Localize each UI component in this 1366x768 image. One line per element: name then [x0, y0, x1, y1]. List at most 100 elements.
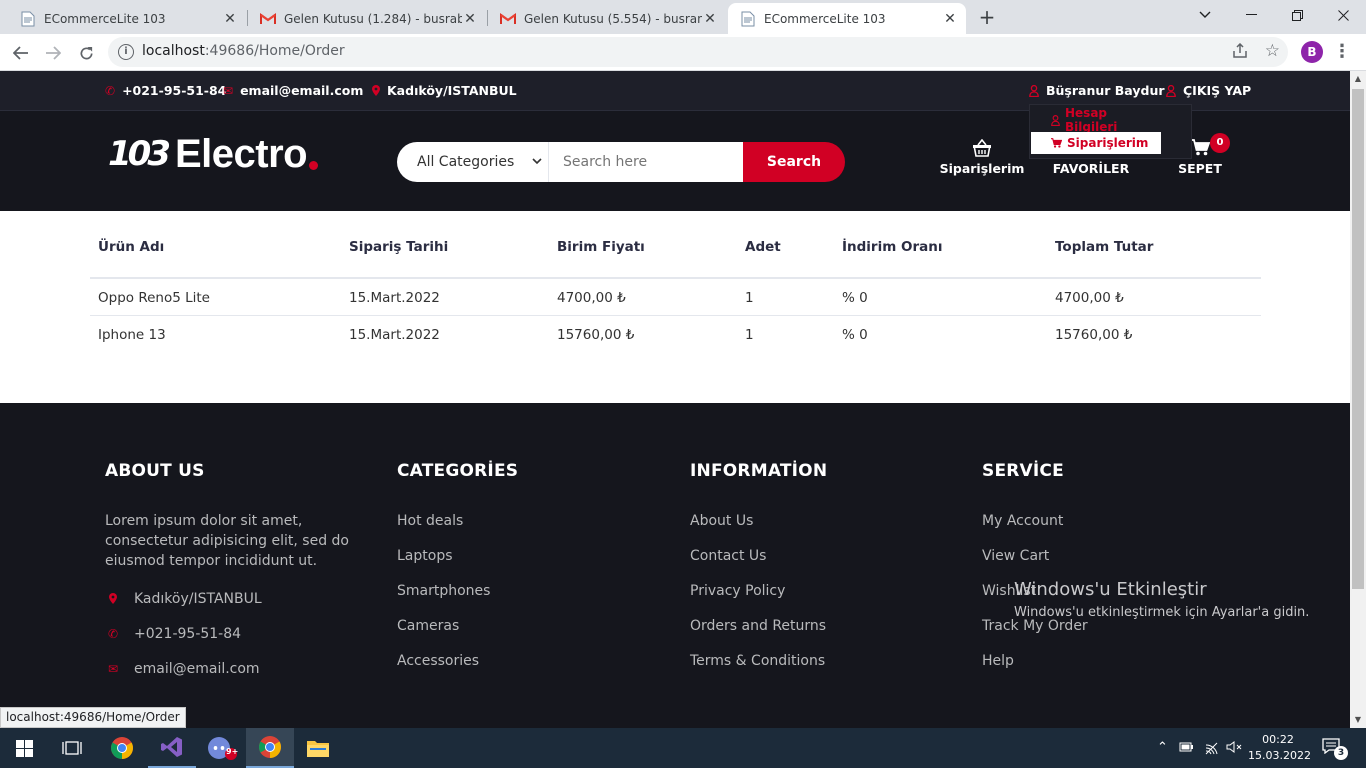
footer-about: ABOUT US Lorem ipsum dolor sit amet, con…: [105, 461, 365, 686]
close-icon[interactable]: ✕: [222, 11, 238, 27]
footer-link[interactable]: View Cart: [982, 546, 1088, 581]
footer-heading: ABOUT US: [105, 461, 205, 481]
scroll-up-icon[interactable]: ▲: [1350, 71, 1366, 87]
chrome-icon[interactable]: [98, 728, 146, 768]
task-view-icon[interactable]: [48, 728, 96, 768]
topbar-phone[interactable]: ✆ +021-95-51-84: [105, 83, 226, 98]
page-icon: [740, 11, 756, 27]
footer-link[interactable]: Contact Us: [690, 546, 827, 581]
close-icon[interactable]: ✕: [462, 11, 478, 27]
footer-link[interactable]: Laptops: [397, 546, 518, 581]
discord-icon[interactable]: 9+: [198, 728, 246, 768]
close-icon[interactable]: ✕: [942, 11, 958, 27]
tab-title: ECommerceLite 103: [764, 11, 886, 26]
category-select[interactable]: All Categories: [397, 142, 549, 182]
table-cell: 1: [745, 290, 754, 306]
url-field[interactable]: i localhost:49686/Home/Order ☆: [108, 37, 1288, 67]
browser-tab[interactable]: Gelen Kutusu (1.284) - busrabayd ✕: [248, 3, 486, 34]
profile-avatar[interactable]: B: [1301, 41, 1323, 63]
map-marker-icon: [372, 85, 380, 96]
forward-icon[interactable]: [40, 40, 66, 66]
back-icon[interactable]: [8, 40, 34, 66]
page-scrollbar[interactable]: ▲ ▼: [1350, 71, 1366, 728]
wifi-icon[interactable]: [1204, 741, 1220, 759]
column-header: İndirim Oranı: [842, 239, 943, 255]
footer-email[interactable]: ✉ email@email.com: [105, 651, 365, 686]
tab-search-chevron-icon[interactable]: [1182, 0, 1228, 30]
map-marker-icon: [105, 593, 121, 604]
search-input[interactable]: [549, 142, 743, 182]
footer-categories: CATEGORİES Hot deals Laptops Smartphones…: [397, 461, 518, 686]
volume-muted-icon[interactable]: [1226, 740, 1242, 758]
basket-icon: [937, 138, 1027, 159]
window-close-icon[interactable]: [1320, 0, 1366, 30]
table-cell: Iphone 13: [98, 327, 166, 343]
share-icon[interactable]: [1232, 42, 1248, 63]
scrollbar-thumb[interactable]: [1352, 89, 1364, 589]
menu-item-my-orders[interactable]: Siparişlerim: [1031, 132, 1161, 154]
menu-item-account-info[interactable]: Hesap Bilgileri: [1031, 106, 1161, 134]
taskbar-clock[interactable]: 00:22 15.03.2022: [1248, 732, 1311, 764]
footer-about-text: Lorem ipsum dolor sit amet, consectetur …: [105, 513, 350, 569]
minimize-icon[interactable]: [1228, 0, 1274, 30]
phone-icon: ✆: [107, 626, 119, 641]
chrome-active-icon[interactable]: [246, 728, 294, 768]
footer-link[interactable]: Track My Order: [982, 616, 1088, 651]
orders-link[interactable]: Siparişlerim: [937, 138, 1027, 176]
windows-start-icon[interactable]: [0, 728, 48, 768]
logout-link[interactable]: ÇIKIŞ YAP: [1166, 83, 1251, 98]
chevron-down-icon: [532, 142, 542, 182]
table-row: Oppo Reno5 Lite 15.Mart.2022 4700,00 ₺ 1…: [90, 279, 1261, 316]
visual-studio-icon[interactable]: [148, 728, 196, 768]
user-account-link[interactable]: Büşranur Baydur: [1029, 83, 1165, 98]
new-tab-icon[interactable]: +: [976, 4, 998, 30]
footer-link[interactable]: Cameras: [397, 616, 518, 651]
footer-link[interactable]: Terms & Conditions: [690, 651, 827, 686]
bookmark-star-icon[interactable]: ☆: [1265, 41, 1280, 61]
tab-title: ECommerceLite 103: [44, 11, 166, 26]
restore-icon[interactable]: [1274, 0, 1320, 30]
footer-link[interactable]: My Account: [982, 511, 1088, 546]
status-bar-url: localhost:49686/Home/Order: [0, 707, 186, 728]
logo-number: 103: [108, 134, 171, 174]
logo-dot: [309, 160, 319, 170]
site-footer: ABOUT US Lorem ipsum dolor sit amet, con…: [0, 403, 1350, 728]
column-header: Toplam Tutar: [1055, 239, 1154, 255]
footer-location[interactable]: Kadıköy/ISTANBUL: [105, 581, 365, 616]
file-explorer-icon[interactable]: [294, 728, 342, 768]
browser-tab-active[interactable]: ECommerceLite 103 ✕: [728, 3, 966, 34]
show-hidden-icons-icon[interactable]: ⌃: [1157, 740, 1168, 755]
topbar-location[interactable]: Kadıköy/ISTANBUL: [372, 83, 517, 98]
reload-icon[interactable]: [73, 40, 99, 66]
user-dropdown-menu: Hesap Bilgileri Siparişlerim: [1029, 104, 1192, 159]
footer-link[interactable]: About Us: [690, 511, 827, 546]
footer-link[interactable]: Privacy Policy: [690, 581, 827, 616]
browser-tab[interactable]: ECommerceLite 103 ✕: [8, 3, 246, 34]
windows-taskbar: 9+ ⌃ 00:22 15.03.2022 3: [0, 728, 1366, 768]
footer-link[interactable]: Hot deals: [397, 511, 518, 546]
notification-count-badge: 3: [1334, 746, 1348, 760]
browser-menu-icon[interactable]: ⋮: [1333, 41, 1351, 63]
footer-link[interactable]: Accessories: [397, 651, 518, 686]
footer-heading: INFORMATİON: [690, 461, 828, 481]
footer-link[interactable]: Smartphones: [397, 581, 518, 616]
logo-word: Electro: [174, 131, 308, 176]
battery-icon[interactable]: [1179, 741, 1195, 757]
footer-information: INFORMATİON About Us Contact Us Privacy …: [690, 461, 827, 686]
envelope-icon: ✉: [223, 83, 234, 98]
footer-phone[interactable]: ✆ +021-95-51-84: [105, 616, 365, 651]
table-cell: % 0: [842, 290, 868, 306]
browser-tab[interactable]: Gelen Kutusu (5.554) - busranurb ✕: [488, 3, 726, 34]
user-icon: [1029, 84, 1039, 97]
site-info-icon[interactable]: i: [118, 44, 134, 60]
footer-link[interactable]: Help: [982, 651, 1088, 686]
search-button[interactable]: Search: [743, 142, 845, 182]
topbar-email[interactable]: ✉ email@email.com: [223, 83, 363, 98]
scroll-down-icon[interactable]: ▼: [1350, 712, 1366, 728]
site-logo[interactable]: 103 Electro: [108, 131, 319, 176]
notification-center-icon[interactable]: 3: [1322, 738, 1348, 760]
table-row: Iphone 13 15.Mart.2022 15760,00 ₺ 1 % 0 …: [90, 316, 1261, 353]
envelope-icon: ✉: [107, 661, 119, 676]
close-icon[interactable]: ✕: [702, 11, 718, 27]
footer-link[interactable]: Orders and Returns: [690, 616, 827, 651]
